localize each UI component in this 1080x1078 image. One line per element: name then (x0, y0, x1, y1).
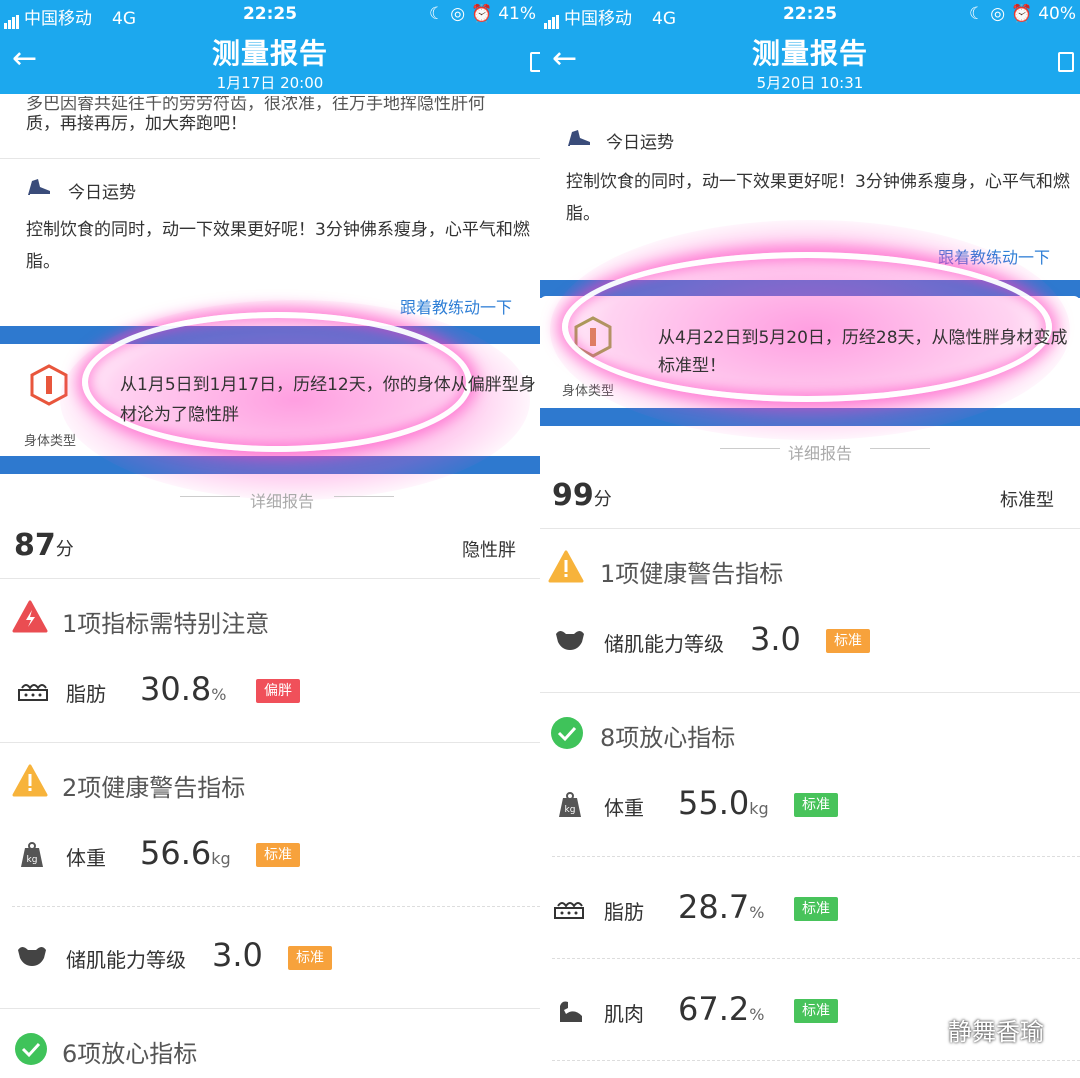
fat-icon (18, 684, 48, 701)
detail-line-left (180, 496, 240, 497)
dashed-divider (12, 906, 540, 907)
fat-icon (554, 902, 584, 919)
section-health-warning: 2项健康警告指标 (62, 774, 246, 802)
left-report-panel: 中国移动 4G 22:25 ☾ ◎ ⏰ 41% ← 测量报告 1月17日 20:00 多… (0, 0, 540, 1078)
section-reassuring: 6项放心指标 (62, 1040, 198, 1068)
fat-label: 脂肪 (66, 682, 106, 706)
comparison-screenshot: 中国移动 4G 22:25 ☾ ◎ ⏰ 41% ← 测量报告 1月17日 20:00 多… (0, 0, 1080, 1078)
battery-level: 40% (1038, 4, 1076, 24)
luck-shoe-icon (28, 179, 50, 196)
weight-label: 体重 (604, 796, 644, 820)
weight-value: 56.6kg (140, 834, 231, 872)
page-title: 测量报告 (211, 37, 328, 70)
svg-text:kg: kg (565, 805, 576, 815)
muscle-storage-value: 3.0 (750, 620, 801, 658)
detail-line-right (334, 496, 394, 497)
luck-shoe-icon (568, 130, 590, 147)
detail-report-label: 详细报告 (788, 444, 853, 463)
body-type-change-text: 从4月22日到5月20日，历经28天，从隐性胖身材变成标准型！ (658, 328, 1068, 376)
score: 99分 (552, 478, 612, 513)
dashed-divider (552, 856, 1080, 857)
body-type-value: 标准型 (1000, 490, 1054, 511)
moon-icon: ☾ (428, 4, 445, 24)
section-special-attention: 1项指标需特别注意 (62, 610, 270, 638)
divider (540, 692, 1080, 693)
weight-value: 55.0kg (678, 784, 769, 822)
body-type-value: 隐性胖 (462, 540, 516, 561)
battery-level: 41% (498, 4, 536, 24)
section-health-warning: 1项健康警告指标 (600, 560, 784, 588)
alert-red-icon (12, 600, 48, 633)
warning-yellow-icon (548, 550, 584, 583)
page-subtitle-time: 1月17日 20:00 (216, 74, 324, 92)
nav-bar: ← 测量报告 5月20日 10:31 (540, 30, 1080, 94)
alarm-icon: ⏰ (1011, 4, 1033, 24)
luck-heading: 今日运势 (606, 133, 674, 153)
svg-text:kg: kg (27, 855, 38, 865)
muscle-storage-tag: 标准 (826, 629, 870, 653)
muscle-storage-icon (18, 947, 46, 966)
wechat-icon (909, 1020, 943, 1045)
weight-label: 体重 (66, 846, 106, 870)
muscle-storage-tag: 标准 (288, 946, 332, 970)
luck-heading: 今日运势 (68, 183, 136, 203)
divider (0, 742, 540, 743)
muscle-storage-icon (556, 631, 584, 650)
muscle-label: 肌肉 (604, 1002, 644, 1026)
divider (0, 1008, 540, 1009)
nav-bar: ← 测量报告 1月17日 20:00 (0, 30, 540, 94)
divider (0, 578, 540, 579)
score: 87分 (14, 528, 74, 563)
muscle-storage-value: 3.0 (212, 936, 263, 974)
fat-value: 30.8% (140, 670, 227, 708)
muscle-value: 67.2% (678, 990, 765, 1028)
scale-kg-icon: kg (559, 792, 581, 817)
scale-kg-icon: kg (21, 842, 43, 867)
section-reassuring: 8项放心指标 (600, 724, 736, 752)
page-subtitle-time: 5月20日 10:31 (756, 74, 864, 92)
check-green-icon (551, 717, 583, 749)
detail-line-left (720, 448, 780, 449)
muscle-arm-icon (560, 1001, 582, 1022)
page-title: 测量报告 (751, 37, 868, 70)
status-bar: 中国移动 4G 22:25 ☾ ◎ ⏰ 40% (540, 0, 1080, 30)
luck-body: 控制饮食的同时，动一下效果更好呢！3分钟佛系瘦身，心平气和燃脂。 (26, 220, 530, 272)
warning-yellow-icon (12, 764, 48, 797)
lock-rotation-icon: ◎ (450, 4, 466, 24)
detail-report-label: 详细报告 (250, 492, 315, 511)
check-green-icon (15, 1033, 47, 1065)
weight-tag: 标准 (256, 843, 300, 867)
share-icon[interactable] (1058, 52, 1074, 72)
dashed-divider (552, 1060, 1080, 1061)
status-icons: ☾ ◎ ⏰ 41% (423, 4, 536, 24)
body-type-label: 身体类型 (24, 434, 77, 449)
fat-label: 脂肪 (604, 900, 644, 924)
body-type-change-text: 从1月5日到1月17日，历经12天，你的身体从偏胖型身材沦为了隐性胖 (120, 375, 536, 425)
moon-icon: ☾ (968, 4, 985, 24)
detail-line-right (870, 448, 930, 449)
divider (540, 528, 1080, 529)
weight-tag: 标准 (794, 793, 838, 817)
intro-text: 质，再接再厉，加大奔跑吧！ (26, 114, 247, 134)
muscle-storage-label: 储肌能力等级 (604, 632, 724, 656)
watermark: 静舞香瑜 (908, 1012, 1044, 1047)
divider (0, 158, 540, 159)
fat-tag: 偏胖 (256, 679, 300, 703)
dashed-divider (552, 958, 1080, 959)
fat-tag: 标准 (794, 897, 838, 921)
fat-value: 28.7% (678, 888, 765, 926)
status-icons: ☾ ◎ ⏰ 40% (963, 4, 1076, 24)
muscle-tag: 标准 (794, 999, 838, 1023)
right-report-panel: 中国移动 4G 22:25 ☾ ◎ ⏰ 40% ← 测量报告 5月20日 10:31 今… (540, 0, 1080, 1078)
status-bar: 中国移动 4G 22:25 ☾ ◎ ⏰ 41% (0, 0, 540, 30)
share-icon[interactable] (530, 52, 540, 72)
lock-rotation-icon: ◎ (990, 4, 1006, 24)
muscle-storage-label: 储肌能力等级 (66, 948, 186, 972)
alarm-icon: ⏰ (471, 4, 493, 24)
